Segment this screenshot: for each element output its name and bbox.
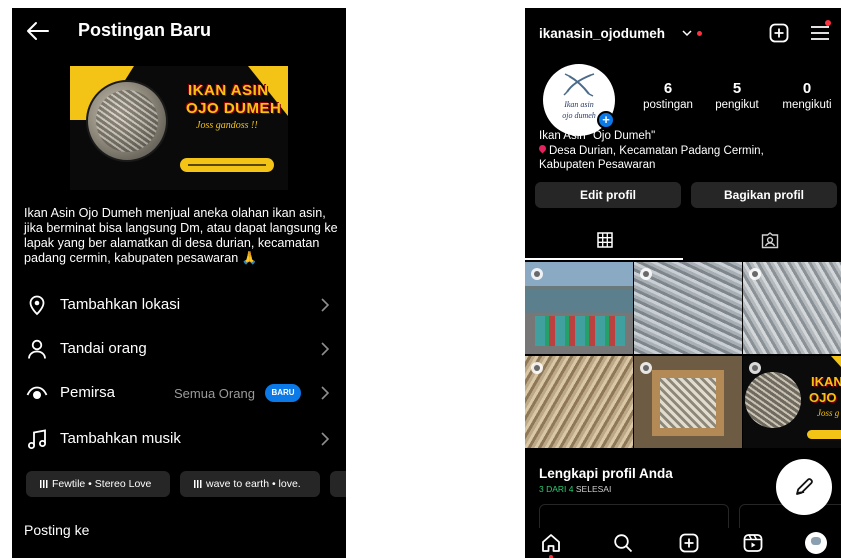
- post-image-preview[interactable]: IKAN ASIN OJO DUMEH Joss gandoss !!: [70, 66, 288, 190]
- progress-status: SELESAI: [575, 484, 612, 494]
- followers-count: 5: [732, 80, 742, 97]
- thumbnail-title-line1: IKAN: [811, 374, 841, 389]
- chevron-right-icon: [321, 432, 330, 446]
- profile-screen: ikanasin_ojodumeh Ikan asin ojo dumeh + …: [525, 8, 841, 558]
- post-type-icon: [749, 268, 761, 280]
- menu-icon[interactable]: [810, 25, 830, 41]
- post-thumbnail[interactable]: [743, 262, 841, 354]
- following-label: mengikuti: [782, 99, 832, 111]
- banner-title-line1: IKAN ASIN: [188, 82, 269, 99]
- bottom-navigation: [525, 528, 841, 558]
- username-switcher[interactable]: ikanasin_ojodumeh: [539, 26, 665, 41]
- active-tab-indicator: [525, 258, 683, 260]
- avatar-logo-text: Ikan asin: [564, 100, 594, 109]
- audience-label: Pemirsa: [60, 384, 116, 401]
- caption-text[interactable]: Ikan Asin Ojo Dumeh menjual aneka olahan…: [24, 206, 342, 266]
- post-type-icon: [640, 268, 652, 280]
- banner-address-pill: [807, 430, 841, 439]
- bio-name: Ikan Asin "Ojo Dumeh": [539, 130, 656, 142]
- new-post-header: Postingan Baru: [12, 8, 346, 54]
- add-music-label: Tambahkan musik: [60, 430, 181, 447]
- reels-icon[interactable]: [743, 533, 763, 553]
- dried-fish-photo: [86, 80, 168, 162]
- create-icon[interactable]: [679, 533, 699, 553]
- post-to-label: Posting ke: [24, 522, 90, 538]
- page-title: Postingan Baru: [78, 20, 212, 40]
- back-arrow-icon[interactable]: [26, 20, 50, 42]
- add-music-option[interactable]: Tambahkan musik: [12, 418, 346, 462]
- post-type-icon: [749, 362, 761, 374]
- audience-value: Semua Orang: [174, 386, 255, 401]
- post-thumbnail[interactable]: [525, 356, 633, 448]
- posts-count: 6: [663, 80, 673, 97]
- post-thumbnail[interactable]: [525, 262, 633, 354]
- following-stat[interactable]: 0 mengikuti: [775, 80, 839, 111]
- followers-label: pengikut: [715, 99, 759, 111]
- music-chip-label: wave to earth • love.: [206, 478, 301, 490]
- posts-stat[interactable]: 6 postingan: [635, 80, 701, 111]
- banner-tagline: Joss gandoss !!: [196, 120, 258, 131]
- profile-tabs: [525, 224, 841, 260]
- chevron-down-icon[interactable]: [682, 29, 692, 37]
- progress-count: 3 DARI 4: [539, 484, 574, 494]
- audio-bars-icon: [40, 480, 48, 489]
- home-icon[interactable]: [541, 533, 561, 553]
- music-suggestion-chip[interactable]: Fewtile • Stereo Love: [26, 471, 170, 497]
- profile-task-card[interactable]: [539, 504, 729, 528]
- bio-location-text: Desa Durian, Kecamatan Padang Cermin, Ka…: [539, 145, 764, 171]
- edit-fab-button[interactable]: [776, 459, 832, 515]
- pencil-icon: [796, 478, 813, 495]
- following-count: 0: [802, 80, 812, 97]
- chevron-right-icon: [321, 342, 330, 356]
- followers-stat[interactable]: 5 pengikut: [706, 80, 768, 111]
- edit-profile-button[interactable]: Edit profil: [535, 182, 681, 208]
- new-post-screen: Postingan Baru IKAN ASIN OJO DUMEH Joss …: [12, 8, 346, 558]
- share-profile-button[interactable]: Bagikan profil: [691, 182, 837, 208]
- post-type-icon: [531, 362, 543, 374]
- eye-icon: [26, 386, 48, 399]
- person-icon: [28, 339, 46, 359]
- audience-option[interactable]: Pemirsa Semua Orang BARU: [12, 372, 346, 416]
- bio-location: Desa Durian, Kecamatan Padang Cermin, Ka…: [539, 144, 819, 172]
- add-location-option[interactable]: Tambahkan lokasi: [12, 284, 346, 328]
- fish-logo-icon: [563, 73, 595, 97]
- post-type-icon: [531, 268, 543, 280]
- post-thumbnail[interactable]: IKAN OJO D Joss g: [743, 356, 841, 448]
- tag-people-option[interactable]: Tandai orang: [12, 328, 346, 372]
- complete-profile-title: Lengkapi profil Anda: [539, 466, 673, 481]
- location-pin-icon: [539, 145, 546, 154]
- dried-fish-photo: [745, 372, 801, 428]
- chevron-right-icon: [321, 386, 330, 400]
- banner-title-line2: OJO DUMEH: [186, 100, 282, 117]
- profile-avatar-tab[interactable]: [805, 532, 827, 554]
- music-note-icon: [28, 429, 46, 449]
- post-thumbnail[interactable]: [634, 356, 742, 448]
- post-thumbnail[interactable]: [634, 262, 742, 354]
- thumbnail-tagline: Joss g: [817, 408, 840, 418]
- new-badge: BARU: [265, 384, 301, 402]
- location-pin-icon: [29, 295, 45, 316]
- music-suggestion-chip[interactable]: wave to earth • love.: [180, 471, 320, 497]
- posts-grid: IKAN OJO D Joss g: [525, 262, 841, 448]
- music-chip-label: Fewtile • Stereo Love: [52, 478, 152, 490]
- add-location-label: Tambahkan lokasi: [60, 296, 181, 313]
- notification-dot: [697, 31, 702, 36]
- add-story-button[interactable]: +: [597, 111, 615, 129]
- grid-icon[interactable]: [597, 232, 613, 248]
- banner-address-pill: [180, 158, 274, 172]
- post-type-icon: [640, 362, 652, 374]
- tag-people-label: Tandai orang: [60, 340, 147, 357]
- tagged-photos-icon[interactable]: [761, 232, 779, 249]
- music-suggestion-chip[interactable]: [330, 471, 346, 497]
- posts-label: postingan: [643, 99, 693, 111]
- chevron-right-icon: [321, 298, 330, 312]
- thumbnail-title-line2: OJO D: [809, 390, 841, 405]
- create-post-icon[interactable]: [769, 23, 789, 43]
- complete-profile-progress: 3 DARI 4 SELESAI: [539, 484, 611, 494]
- audio-bars-icon: [194, 480, 202, 489]
- notification-dot: [825, 20, 831, 26]
- search-icon[interactable]: [613, 533, 633, 553]
